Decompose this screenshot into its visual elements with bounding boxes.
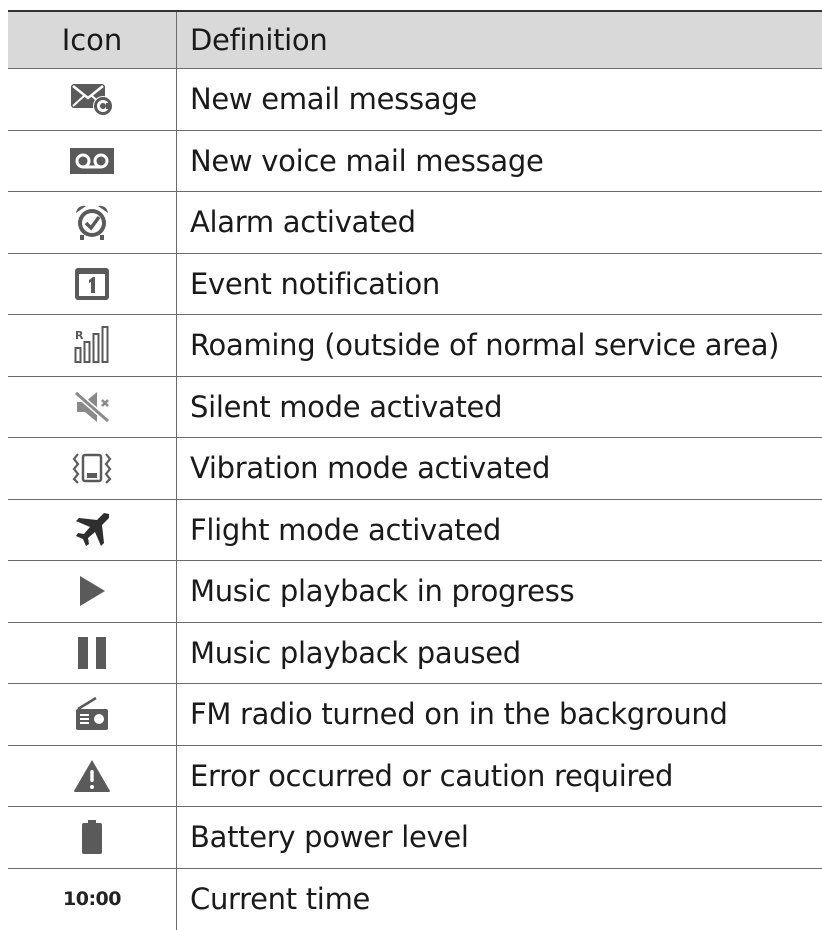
table-row: Music playback paused <box>8 623 822 685</box>
icon-definition-table: Icon Definition New email message <box>8 10 822 930</box>
table-row: New voice mail message <box>8 131 822 193</box>
table-row: 10:00 Current time <box>8 869 822 930</box>
table-row: Vibration mode activated <box>8 438 822 500</box>
definition-cell: Event notification <box>177 254 822 315</box>
definition-cell: New voice mail message <box>177 131 822 192</box>
definition-cell: Music playback paused <box>177 623 822 684</box>
definition-cell: Flight mode activated <box>177 500 822 561</box>
silent-mode-icon <box>69 387 115 427</box>
definition-cell: Vibration mode activated <box>177 438 822 499</box>
header-icon-cell: Icon <box>8 12 177 68</box>
play-icon <box>69 571 115 611</box>
time-text: 10:00 <box>63 888 121 910</box>
table-header-row: Icon Definition <box>8 12 822 69</box>
table-row: Event notification <box>8 254 822 316</box>
definition-cell: Current time <box>177 869 822 930</box>
definition-cell: Roaming (outside of normal service area) <box>177 315 822 376</box>
definition-cell: New email message <box>177 69 822 130</box>
table-row: Alarm activated <box>8 192 822 254</box>
table-row: Flight mode activated <box>8 500 822 562</box>
definition-cell: Error occurred or caution required <box>177 746 822 807</box>
battery-icon <box>69 817 115 857</box>
roaming-signal-icon: R <box>69 325 115 365</box>
table-row: Silent mode activated <box>8 377 822 439</box>
table-row: New email message <box>8 69 822 131</box>
fm-radio-icon <box>69 694 115 734</box>
vibration-icon <box>69 448 115 488</box>
svg-text:R: R <box>75 329 84 342</box>
pause-icon <box>69 633 115 673</box>
warning-icon <box>69 756 115 796</box>
definition-cell: Battery power level <box>177 807 822 868</box>
definition-cell: Alarm activated <box>177 192 822 253</box>
airplane-icon <box>69 510 115 550</box>
definition-cell: FM radio turned on in the background <box>177 684 822 745</box>
definition-cell: Music playback in progress <box>177 561 822 622</box>
definition-cell: Silent mode activated <box>177 377 822 438</box>
voicemail-icon <box>69 141 115 181</box>
header-definition-cell: Definition <box>177 12 822 68</box>
alarm-clock-icon <box>69 202 115 242</box>
table-row: FM radio turned on in the background <box>8 684 822 746</box>
new-email-icon <box>69 79 115 119</box>
table-row: Battery power level <box>8 807 822 869</box>
table-row: R Roaming (outside of normal service are… <box>8 315 822 377</box>
table-row: Music playback in progress <box>8 561 822 623</box>
table-row: Error occurred or caution required <box>8 746 822 808</box>
calendar-icon <box>69 264 115 304</box>
